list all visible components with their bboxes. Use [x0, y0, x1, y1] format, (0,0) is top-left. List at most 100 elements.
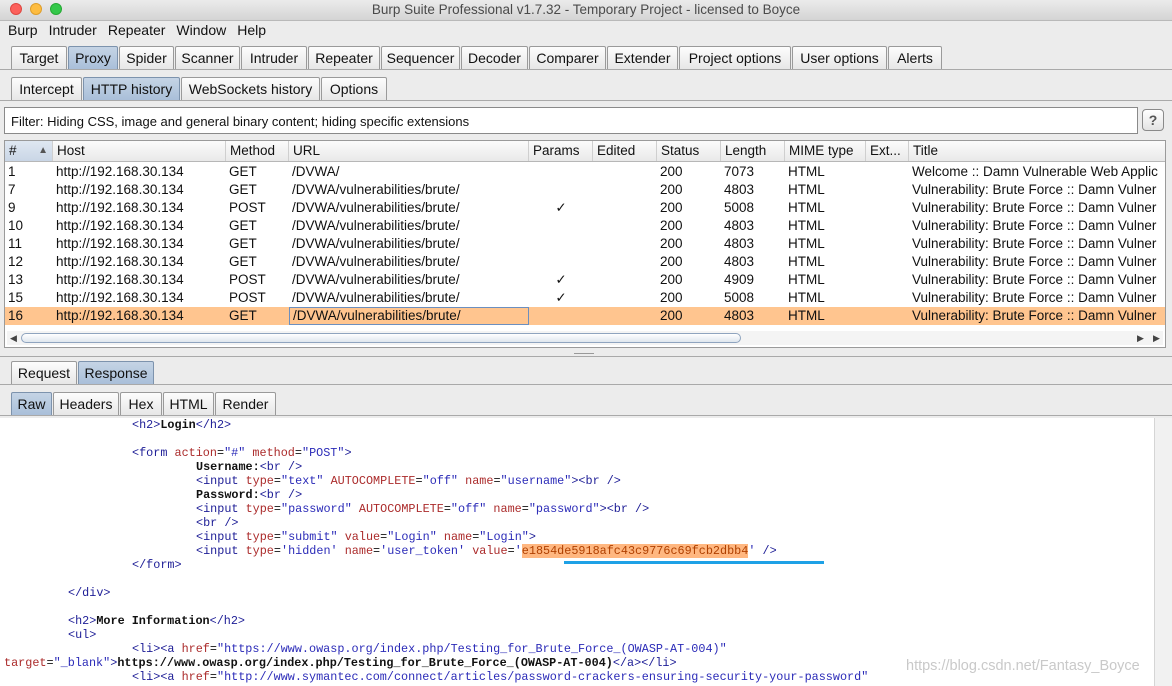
cell-url: /DVWA/vulnerabilities/brute/	[292, 272, 460, 287]
cell-method: POST	[229, 290, 266, 305]
cell-title: Vulnerability: Brute Force :: Damn Vulne…	[912, 182, 1157, 197]
cell-length: 4803	[724, 182, 755, 197]
cell-num: 12	[8, 254, 24, 269]
menu-intruder[interactable]: Intruder	[41, 21, 100, 38]
table-row[interactable]: 16 http://192.168.30.134 GET/DVWA/vulnerab…	[5, 307, 1165, 325]
tab-proxy[interactable]: Proxy	[68, 46, 118, 70]
cell-length: 7073	[724, 164, 755, 179]
cell-ext	[866, 181, 909, 199]
menu-window[interactable]: Window	[168, 21, 229, 38]
tab-project-options[interactable]: Project options	[679, 46, 791, 70]
col-method[interactable]: Method	[226, 141, 289, 161]
tab-http-history[interactable]: HTTP history	[83, 77, 180, 101]
scroll-left-icon[interactable]: ◀	[10, 331, 17, 345]
table-row[interactable]: 7 http://192.168.30.134 GET/DVWA/vulnerabi…	[5, 181, 1165, 199]
tab-render[interactable]: Render	[215, 392, 276, 416]
window-title: Burp Suite Professional v1.7.32 - Tempor…	[371, 2, 801, 17]
cell-host: http://192.168.30.134	[56, 182, 184, 197]
tab-target[interactable]: Target	[11, 46, 67, 70]
table-row[interactable]: 13 http://192.168.30.134 POST/DVWA/vulnera…	[5, 271, 1165, 289]
table-row[interactable]: 12 http://192.168.30.134 GET/DVWA/vulnerab…	[5, 253, 1165, 271]
tab-alerts[interactable]: Alerts	[888, 46, 942, 70]
help-icon[interactable]: ?	[1142, 109, 1164, 131]
tab-headers[interactable]: Headers	[53, 392, 119, 416]
filter-bar[interactable]: Filter: Hiding CSS, image and general bi…	[4, 107, 1138, 134]
scroll-thumb[interactable]	[21, 333, 741, 343]
col-length[interactable]: Length	[721, 141, 785, 161]
cell-method: POST	[229, 200, 266, 215]
tab-scanner[interactable]: Scanner	[175, 46, 240, 70]
tab-sequencer[interactable]: Sequencer	[381, 46, 460, 70]
watermark: https://blog.csdn.net/Fantasy_Boyce	[906, 658, 1140, 674]
tab-intruder[interactable]: Intruder	[241, 46, 307, 70]
cell-method: GET	[229, 254, 257, 269]
tab-response[interactable]: Response	[78, 361, 154, 385]
scroll-right-end-icon[interactable]: ▶	[1153, 331, 1160, 345]
cell-mime: HTML	[788, 200, 825, 215]
col-mime-type[interactable]: MIME type	[785, 141, 866, 161]
code-line: <br />	[196, 516, 239, 530]
cell-title: Vulnerability: Brute Force :: Damn Vulne…	[912, 272, 1157, 287]
code-line: target="_blank">https://www.owasp.org/in…	[4, 656, 677, 670]
col-params[interactable]: Params	[529, 141, 593, 161]
table-row[interactable]: 11 http://192.168.30.134 GET/DVWA/vulnerab…	[5, 235, 1165, 253]
tab-request[interactable]: Request	[11, 361, 77, 385]
code-line: <input type="password" AUTOCOMPLETE="off…	[196, 502, 650, 516]
tab-intercept[interactable]: Intercept	[11, 77, 82, 101]
tab-html[interactable]: HTML	[163, 392, 214, 416]
horizontal-scrollbar[interactable]: ◀ ▶ ▶	[7, 331, 1163, 345]
menu-burp[interactable]: Burp	[0, 21, 41, 38]
col-status[interactable]: Status	[657, 141, 721, 161]
cell-params: ✓	[555, 272, 567, 287]
cell-edited	[593, 199, 657, 217]
col-edited[interactable]: Edited	[593, 141, 657, 161]
col-extension[interactable]: Ext...	[866, 141, 909, 161]
cell-params: ✓	[555, 200, 567, 215]
menu-repeater[interactable]: Repeater	[100, 21, 169, 38]
title-bar: Burp Suite Professional v1.7.32 - Tempor…	[0, 0, 1172, 21]
token-underline-annotation	[564, 561, 824, 564]
tab-comparer[interactable]: Comparer	[529, 46, 606, 70]
tab-spider[interactable]: Spider	[119, 46, 174, 70]
cell-ext	[866, 199, 909, 217]
cell-num: 9	[8, 200, 16, 215]
tab-websockets-history[interactable]: WebSockets history	[181, 77, 320, 101]
col-url[interactable]: URL	[289, 141, 529, 161]
cell-ext	[866, 217, 909, 235]
tab-repeater[interactable]: Repeater	[308, 46, 380, 70]
tab-raw[interactable]: Raw	[11, 392, 52, 416]
table-row[interactable]: 15 http://192.168.30.134 POST/DVWA/vulnera…	[5, 289, 1165, 307]
cell-method: POST	[229, 272, 266, 287]
cell-num: 10	[8, 218, 24, 233]
col-title[interactable]: Title	[909, 141, 1165, 161]
menu-help[interactable]: Help	[229, 21, 269, 38]
tab-hex[interactable]: Hex	[120, 392, 162, 416]
cell-num: 11	[8, 236, 23, 251]
vertical-scrollbar[interactable]	[1154, 418, 1172, 686]
response-editor[interactable]: <h2>Login</h2> <form action="#" method="…	[0, 418, 1154, 686]
cell-url: /DVWA/	[292, 164, 340, 179]
cell-mime: HTML	[788, 236, 825, 251]
cell-host: http://192.168.30.134	[56, 218, 184, 233]
cell-method: GET	[229, 182, 257, 197]
tab-extender[interactable]: Extender	[607, 46, 678, 70]
cell-host: http://192.168.30.134	[56, 236, 184, 251]
cell-method: GET	[229, 164, 257, 179]
cell-method: GET	[229, 308, 257, 323]
cell-status: 200	[660, 290, 683, 305]
table-row[interactable]: 9 http://192.168.30.134 POST/DVWA/vulnerab…	[5, 199, 1165, 217]
tab-decoder[interactable]: Decoder	[461, 46, 528, 70]
table-row[interactable]: 1 http://192.168.30.134 GET/DVWA/200 7073 HT…	[5, 163, 1165, 181]
code-line: <input type='hidden' name='user_token' v…	[196, 544, 777, 558]
tab-options[interactable]: Options	[321, 77, 387, 101]
table-row[interactable]: 10 http://192.168.30.134 GET/DVWA/vulnerab…	[5, 217, 1165, 235]
cell-length: 4803	[724, 218, 755, 233]
cell-status: 200	[660, 218, 683, 233]
cell-edited	[593, 307, 657, 325]
scroll-right-icon[interactable]: ▶	[1137, 331, 1144, 345]
cell-length: 4803	[724, 308, 755, 323]
col-num[interactable]: # ▲	[5, 141, 53, 161]
tab-user-options[interactable]: User options	[792, 46, 887, 70]
cell-num: 1	[8, 164, 16, 179]
col-host[interactable]: Host	[53, 141, 226, 161]
